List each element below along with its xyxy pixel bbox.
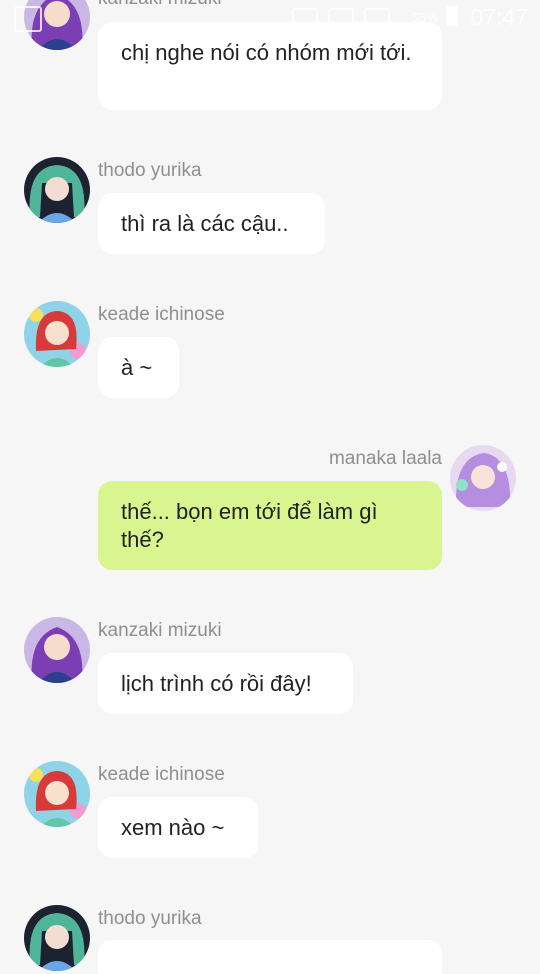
sender-name: thodo yurika bbox=[98, 908, 202, 929]
status-time: 07:47 bbox=[470, 4, 528, 30]
avatar-thodo-yurika[interactable] bbox=[24, 157, 90, 223]
red-hair-avatar-icon bbox=[24, 761, 90, 827]
message-bubble[interactable]: lịch trình có rồi đây! bbox=[98, 653, 353, 714]
message-text: lịch trình có rồi đây! bbox=[121, 671, 312, 696]
avatar-thodo-yurika[interactable] bbox=[24, 905, 90, 971]
battery-percent: 55% bbox=[411, 10, 438, 25]
cast-icon bbox=[292, 8, 318, 28]
avatar-kanzaki-mizuki[interactable] bbox=[24, 617, 90, 683]
avatar-keade-ichinose[interactable] bbox=[24, 761, 90, 827]
message-text: thì ra là các cậu.. bbox=[121, 211, 289, 236]
message-bubble-outgoing[interactable]: thế... bọn em tới để làm gì thế? bbox=[98, 481, 442, 570]
green-twintail-avatar-icon bbox=[24, 157, 90, 223]
battery-icon bbox=[446, 6, 458, 26]
message-text: xem nào ~ bbox=[121, 815, 225, 840]
message-bubble[interactable] bbox=[98, 940, 442, 974]
sender-name: keade ichinose bbox=[98, 304, 225, 325]
message-text: à ~ bbox=[121, 355, 153, 380]
green-twintail-avatar-icon bbox=[24, 905, 90, 971]
status-bar: 55% 07:47 bbox=[0, 0, 540, 36]
message-text: thế... bọn em tới để làm gì thế? bbox=[121, 499, 378, 552]
avatar-manaka-laala[interactable] bbox=[450, 445, 516, 511]
purple-hair-avatar-icon bbox=[24, 617, 90, 683]
message-bubble[interactable]: thì ra là các cậu.. bbox=[98, 193, 325, 254]
red-hair-avatar-icon bbox=[24, 301, 90, 367]
gallery-icon bbox=[14, 6, 42, 32]
sender-name: manaka laala bbox=[328, 448, 442, 469]
lavender-hair-avatar-icon bbox=[450, 445, 516, 511]
sender-name: keade ichinose bbox=[98, 764, 225, 785]
message-bubble[interactable]: à ~ bbox=[98, 337, 179, 398]
signal-icon bbox=[328, 8, 354, 28]
avatar-keade-ichinose[interactable] bbox=[24, 301, 90, 367]
sender-name: thodo yurika bbox=[98, 160, 202, 181]
sender-name: kanzaki mizuki bbox=[98, 620, 222, 641]
message-bubble[interactable]: xem nào ~ bbox=[98, 797, 258, 858]
alarm-icon bbox=[364, 8, 390, 28]
message-text: chị nghe nói có nhóm mới tới. bbox=[121, 40, 412, 65]
